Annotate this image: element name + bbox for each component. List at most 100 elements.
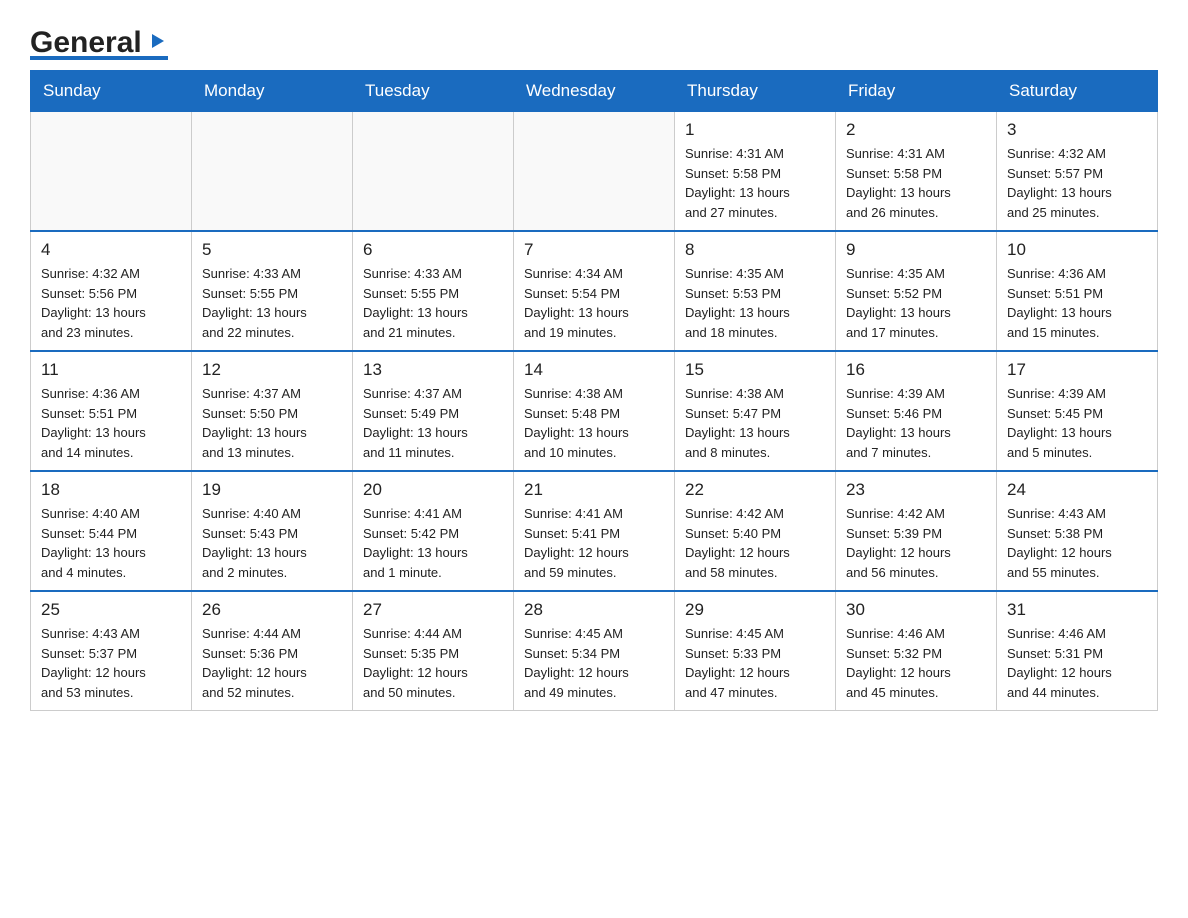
day-info: Sunrise: 4:44 AM Sunset: 5:35 PM Dayligh… [363,624,503,702]
page-header: General [30,20,1158,60]
day-info: Sunrise: 4:31 AM Sunset: 5:58 PM Dayligh… [846,144,986,222]
day-info: Sunrise: 4:36 AM Sunset: 5:51 PM Dayligh… [1007,264,1147,342]
day-info: Sunrise: 4:38 AM Sunset: 5:48 PM Dayligh… [524,384,664,462]
calendar-day: 12 Sunrise: 4:37 AM Sunset: 5:50 PM Dayli… [192,351,353,471]
calendar-day: 6Sunrise: 4:33 AM Sunset: 5:55 PM Daylig… [353,231,514,351]
calendar-day: 2Sunrise: 4:31 AM Sunset: 5:58 PM Daylig… [836,112,997,232]
day-info: Sunrise: 4:33 AM Sunset: 5:55 PM Dayligh… [363,264,503,342]
day-info: Sunrise: 4:39 AM Sunset: 5:46 PM Dayligh… [846,384,986,462]
day-number: 3 [1007,120,1147,140]
calendar-day: 29 Sunrise: 4:45 AM Sunset: 5:33 PM Dayli… [675,591,836,711]
day-info: Sunrise: 4:35 AM Sunset: 5:53 PM Dayligh… [685,264,825,342]
day-info: Sunrise: 4:43 AM Sunset: 5:38 PM Dayligh… [1007,504,1147,582]
day-number: 4 [41,240,181,260]
day-number: 5 [202,240,342,260]
logo-general: General [30,28,142,58]
calendar-header-row: SundayMondayTuesdayWednesdayThursdayFrid… [31,71,1158,112]
day-number: 11 [41,360,181,380]
day-number: 17 [1007,360,1147,380]
calendar-day: 3 Sunrise: 4:32 AM Sunset: 5:57 PM Daylig… [997,112,1158,232]
day-number: 24 [1007,480,1147,500]
day-number: 8 [685,240,825,260]
day-number: 30 [846,600,986,620]
day-info: Sunrise: 4:40 AM Sunset: 5:43 PM Dayligh… [202,504,342,582]
day-info: Sunrise: 4:45 AM Sunset: 5:33 PM Dayligh… [685,624,825,702]
day-info: Sunrise: 4:44 AM Sunset: 5:36 PM Dayligh… [202,624,342,702]
day-number: 1 [685,120,825,140]
day-info: Sunrise: 4:32 AM Sunset: 5:56 PM Dayligh… [41,264,181,342]
day-info: Sunrise: 4:43 AM Sunset: 5:37 PM Dayligh… [41,624,181,702]
day-info: Sunrise: 4:36 AM Sunset: 5:51 PM Dayligh… [41,384,181,462]
calendar-day [192,112,353,232]
calendar-day: 27 Sunrise: 4:44 AM Sunset: 5:35 PM Dayli… [353,591,514,711]
calendar-day: 1 Sunrise: 4:31 AM Sunset: 5:58 PM Daylig… [675,112,836,232]
day-number: 15 [685,360,825,380]
calendar-day: 20Sunrise: 4:41 AM Sunset: 5:42 PM Dayli… [353,471,514,591]
calendar-day: 25 Sunrise: 4:43 AM Sunset: 5:37 PM Dayli… [31,591,192,711]
calendar-day: 16 Sunrise: 4:39 AM Sunset: 5:46 PM Dayli… [836,351,997,471]
day-info: Sunrise: 4:38 AM Sunset: 5:47 PM Dayligh… [685,384,825,462]
logo-divider [30,56,168,60]
calendar-day: 31 Sunrise: 4:46 AM Sunset: 5:31 PM Dayli… [997,591,1158,711]
day-info: Sunrise: 4:37 AM Sunset: 5:49 PM Dayligh… [363,384,503,462]
day-number: 21 [524,480,664,500]
calendar-day: 17 Sunrise: 4:39 AM Sunset: 5:45 PM Dayli… [997,351,1158,471]
day-number: 29 [685,600,825,620]
day-info: Sunrise: 4:31 AM Sunset: 5:58 PM Dayligh… [685,144,825,222]
day-info: Sunrise: 4:45 AM Sunset: 5:34 PM Dayligh… [524,624,664,702]
day-number: 27 [363,600,503,620]
calendar-week-1: 1 Sunrise: 4:31 AM Sunset: 5:58 PM Daylig… [31,112,1158,232]
calendar-day: 14 Sunrise: 4:38 AM Sunset: 5:48 PM Dayli… [514,351,675,471]
calendar-day [514,112,675,232]
calendar-day: 8 Sunrise: 4:35 AM Sunset: 5:53 PM Daylig… [675,231,836,351]
day-number: 22 [685,480,825,500]
logo-icon [146,28,168,58]
day-number: 19 [202,480,342,500]
day-number: 18 [41,480,181,500]
column-header-tuesday: Tuesday [353,71,514,112]
calendar-week-3: 11 Sunrise: 4:36 AM Sunset: 5:51 PM Dayli… [31,351,1158,471]
calendar-day: 23 Sunrise: 4:42 AM Sunset: 5:39 PM Dayli… [836,471,997,591]
calendar-day: 18 Sunrise: 4:40 AM Sunset: 5:44 PM Dayli… [31,471,192,591]
day-info: Sunrise: 4:46 AM Sunset: 5:32 PM Dayligh… [846,624,986,702]
day-number: 31 [1007,600,1147,620]
day-info: Sunrise: 4:39 AM Sunset: 5:45 PM Dayligh… [1007,384,1147,462]
calendar-day: 9Sunrise: 4:35 AM Sunset: 5:52 PM Daylig… [836,231,997,351]
day-number: 25 [41,600,181,620]
calendar-day: 13 Sunrise: 4:37 AM Sunset: 5:49 PM Dayli… [353,351,514,471]
day-number: 28 [524,600,664,620]
calendar-day: 10 Sunrise: 4:36 AM Sunset: 5:51 PM Dayli… [997,231,1158,351]
calendar-day [353,112,514,232]
day-info: Sunrise: 4:32 AM Sunset: 5:57 PM Dayligh… [1007,144,1147,222]
day-number: 9 [846,240,986,260]
calendar-day: 28 Sunrise: 4:45 AM Sunset: 5:34 PM Dayli… [514,591,675,711]
calendar-day: 26Sunrise: 4:44 AM Sunset: 5:36 PM Dayli… [192,591,353,711]
calendar-day: 4 Sunrise: 4:32 AM Sunset: 5:56 PM Daylig… [31,231,192,351]
column-header-saturday: Saturday [997,71,1158,112]
column-header-friday: Friday [836,71,997,112]
calendar-day: 7Sunrise: 4:34 AM Sunset: 5:54 PM Daylig… [514,231,675,351]
day-info: Sunrise: 4:33 AM Sunset: 5:55 PM Dayligh… [202,264,342,342]
day-number: 12 [202,360,342,380]
calendar-day: 11 Sunrise: 4:36 AM Sunset: 5:51 PM Dayli… [31,351,192,471]
day-info: Sunrise: 4:40 AM Sunset: 5:44 PM Dayligh… [41,504,181,582]
day-info: Sunrise: 4:46 AM Sunset: 5:31 PM Dayligh… [1007,624,1147,702]
day-number: 14 [524,360,664,380]
calendar-day: 22Sunrise: 4:42 AM Sunset: 5:40 PM Dayli… [675,471,836,591]
day-number: 10 [1007,240,1147,260]
calendar-day: 24 Sunrise: 4:43 AM Sunset: 5:38 PM Dayli… [997,471,1158,591]
day-number: 7 [524,240,664,260]
day-number: 20 [363,480,503,500]
calendar-day: 15 Sunrise: 4:38 AM Sunset: 5:47 PM Dayli… [675,351,836,471]
day-info: Sunrise: 4:37 AM Sunset: 5:50 PM Dayligh… [202,384,342,462]
column-header-thursday: Thursday [675,71,836,112]
day-number: 13 [363,360,503,380]
day-info: Sunrise: 4:42 AM Sunset: 5:39 PM Dayligh… [846,504,986,582]
calendar-day: 30 Sunrise: 4:46 AM Sunset: 5:32 PM Dayli… [836,591,997,711]
column-header-sunday: Sunday [31,71,192,112]
calendar-day: 21Sunrise: 4:41 AM Sunset: 5:41 PM Dayli… [514,471,675,591]
day-number: 23 [846,480,986,500]
calendar-day: 5 Sunrise: 4:33 AM Sunset: 5:55 PM Daylig… [192,231,353,351]
column-header-wednesday: Wednesday [514,71,675,112]
day-number: 16 [846,360,986,380]
